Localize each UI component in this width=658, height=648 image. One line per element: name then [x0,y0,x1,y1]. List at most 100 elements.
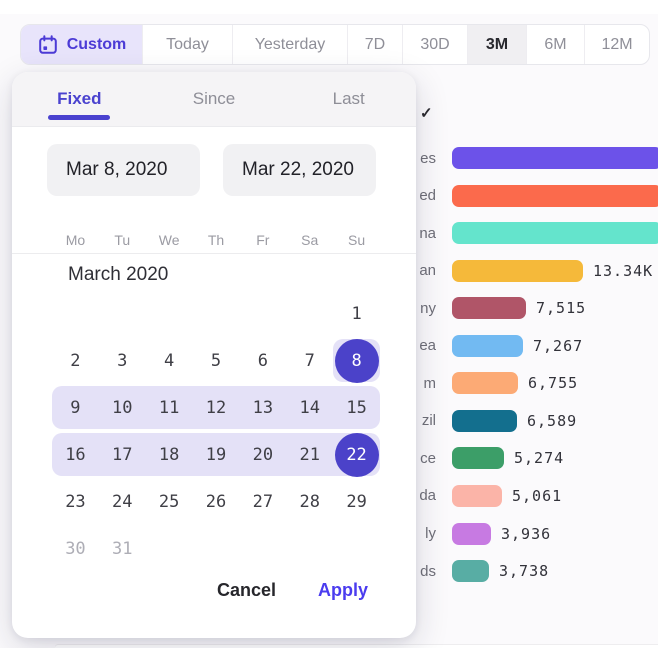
calendar-day-23[interactable]: 23 [52,478,99,525]
weekday-th: Th [193,228,240,252]
month-title: March 2020 [68,264,168,286]
cancel-button[interactable]: Cancel [217,580,276,601]
page: esednaan13.34Kny7,515ea7,267m6,755zil6,5… [0,0,658,648]
calendar-day-3[interactable]: 3 [99,337,146,384]
calendar-day-5[interactable]: 5 [193,337,240,384]
chart-bar[interactable] [452,447,504,469]
calendar-day-29[interactable]: 29 [333,478,380,525]
chart-bar[interactable] [452,485,502,507]
calendar-week-row: 2345678 [52,337,380,384]
toolbar-item-7d[interactable]: 7D [347,25,402,64]
toolbar-item-30d[interactable]: 30D [402,25,467,64]
calendar-day-27[interactable]: 27 [239,478,286,525]
calendar-day-7[interactable]: 7 [286,337,333,384]
toolbar-item-label: Custom [67,36,127,54]
calendar-day-4[interactable]: 4 [146,337,193,384]
toolbar-item-today[interactable]: Today [142,25,232,64]
weekday-su: Su [333,228,380,252]
chart-row-value: 7,515 [536,299,586,317]
calendar-grid: 1234567891011121314151617181920212223242… [52,290,380,572]
toolbar-item-12m[interactable]: 12M [584,25,649,64]
active-tab-underline [48,115,110,120]
calendar-week-row: 9101112131415 [52,384,380,431]
chart-bar[interactable] [452,523,491,545]
chart-row-value: 7,267 [533,337,583,355]
chart-bar[interactable] [452,560,489,582]
check-icon: ✓ [420,104,433,122]
calendar-day-20[interactable]: 20 [239,431,286,478]
calendar-day-30: 30 [52,525,99,572]
chart-row-value: 6,755 [528,374,578,392]
toolbar-item-yesterday[interactable]: Yesterday [232,25,347,64]
weekday-fr: Fr [239,228,286,252]
chart-row-value: 5,061 [512,487,562,505]
calendar-day-31: 31 [99,525,146,572]
calendar-day-25[interactable]: 25 [146,478,193,525]
chart-bar[interactable] [452,185,658,207]
calendar-day-19[interactable]: 19 [193,431,240,478]
calendar-day-18[interactable]: 18 [146,431,193,478]
calendar-day-9[interactable]: 9 [52,384,99,431]
toolbar-item-label: 6M [544,36,566,54]
toolbar-item-3m[interactable]: 3M [467,25,526,64]
weekday-sa: Sa [286,228,333,252]
weekday-tu: Tu [99,228,146,252]
weekday-mo: Mo [52,228,99,252]
calendar-day-21[interactable]: 21 [286,431,333,478]
calendar-day-10[interactable]: 10 [99,384,146,431]
chart-bar[interactable] [452,147,658,169]
calendar-day-28[interactable]: 28 [286,478,333,525]
calendar-day-11[interactable]: 11 [146,384,193,431]
chart-bar[interactable] [452,410,517,432]
calendar-day-24[interactable]: 24 [99,478,146,525]
toolbar-item-label: 7D [365,36,385,54]
chart-bar[interactable] [452,335,523,357]
tab-since[interactable]: Since [147,72,282,126]
date-range-toolbar: Custom Today Yesterday 7D 30D 3M 6M 12M [20,24,650,65]
calendar-day-14[interactable]: 14 [286,384,333,431]
tab-last[interactable]: Last [281,72,416,126]
chart-bar[interactable] [452,222,658,244]
calendar-day-17[interactable]: 17 [99,431,146,478]
toolbar-item-label: Today [166,36,209,54]
calendar-week-row: 23242526272829 [52,478,380,525]
chart-bar[interactable] [452,260,583,282]
calendar-day-6[interactable]: 6 [239,337,286,384]
chart-row-value: 6,589 [527,412,577,430]
date-picker-modal: FixedSinceLast Mar 8, 2020 Mar 22, 2020 … [12,72,416,638]
calendar-week-row: 16171819202122 [52,431,380,478]
toolbar-item-label: Yesterday [255,36,326,54]
calendar-week-row: 3031 [52,525,380,572]
chart-row-value: 5,274 [514,449,564,467]
calendar-day-12[interactable]: 12 [193,384,240,431]
calendar-icon [37,34,59,56]
toolbar-item-label: 12M [601,36,632,54]
calendar-day-16[interactable]: 16 [52,431,99,478]
chart-bar[interactable] [452,372,518,394]
calendar-day-13[interactable]: 13 [239,384,286,431]
end-date-input[interactable]: Mar 22, 2020 [223,144,376,196]
range-start-day: 8 [335,339,379,383]
chart-row-value: 13.34K [593,262,653,280]
chart-row-value: 3,936 [501,525,551,543]
weekday-header: MoTuWeThFrSaSu [52,228,380,252]
range-end-day: 22 [335,433,379,477]
modal-actions: Cancel Apply [217,580,368,601]
toolbar-item-custom[interactable]: Custom [21,25,142,64]
toolbar-item-6m[interactable]: 6M [526,25,584,64]
start-date-input[interactable]: Mar 8, 2020 [47,144,200,196]
calendar-day-26[interactable]: 26 [193,478,240,525]
calendar-day-15[interactable]: 15 [333,384,380,431]
toolbar-item-label: 30D [420,36,449,54]
apply-button[interactable]: Apply [318,580,368,601]
calendar-day-1[interactable]: 1 [333,290,380,337]
divider [12,253,416,254]
calendar-day-2[interactable]: 2 [52,337,99,384]
calendar-day-8[interactable]: 8 [333,337,380,384]
calendar-day-22[interactable]: 22 [333,431,380,478]
toolbar-item-label: 3M [486,36,508,54]
calendar-week-row: 1 [52,290,380,337]
weekday-we: We [146,228,193,252]
chart-row-value: 3,738 [499,562,549,580]
chart-bar[interactable] [452,297,526,319]
